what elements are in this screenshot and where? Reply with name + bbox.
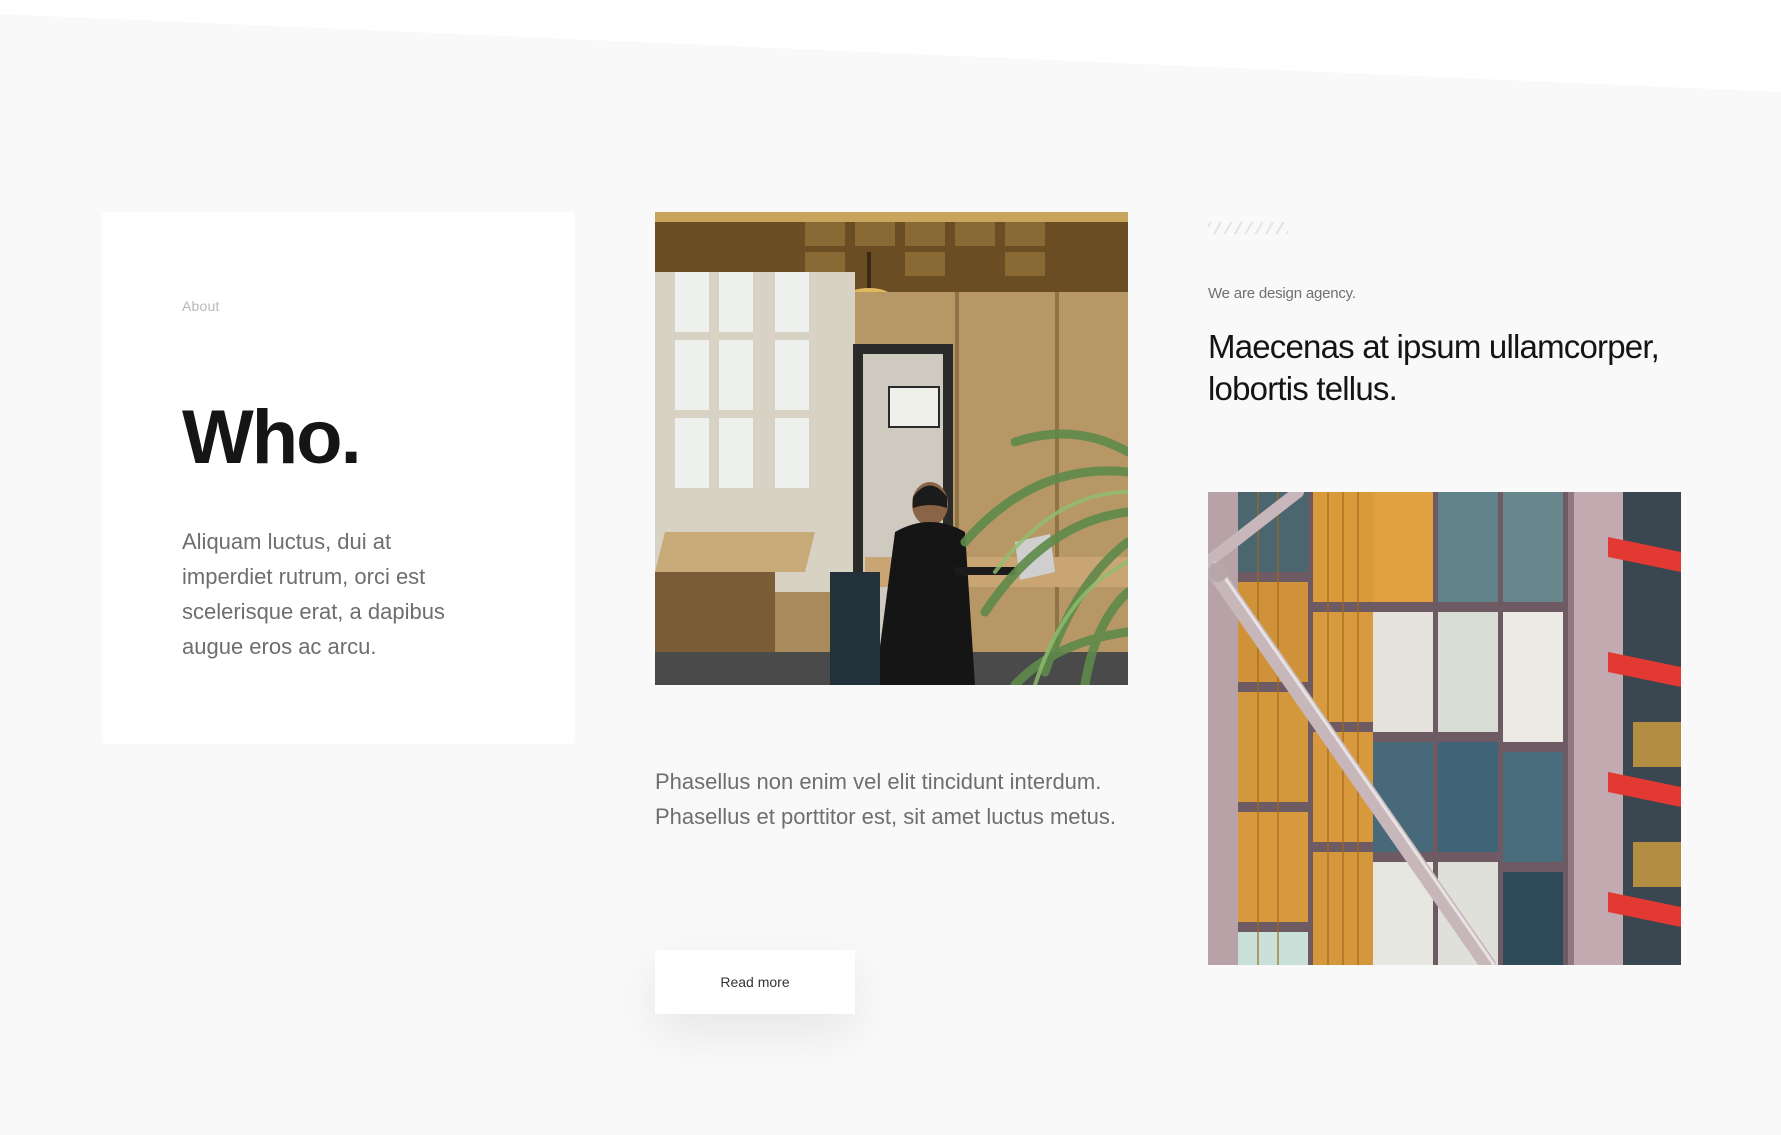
building-photo [1208,492,1681,965]
right-heading: Maecenas at ipsum ullamcorper, lobortis … [1208,328,1660,407]
office-photo [655,212,1128,685]
section-label: About [182,298,220,314]
top-wedge-decoration [0,0,1781,92]
office-photo-illustration [655,212,1128,685]
about-section: About Who. Aliquam luctus, dui at imperd… [0,0,1781,1135]
building-photo-illustration [1208,492,1681,965]
read-more-button[interactable]: Read more [655,950,855,1014]
about-description: Aliquam luctus, dui at imperdiet rutrum,… [182,529,445,659]
middle-description: Phasellus non enim vel elit tincidunt in… [655,769,1116,829]
about-card: About Who. Aliquam luctus, dui at imperd… [102,212,575,744]
agency-tagline: We are design agency. [1208,285,1356,302]
stripe-decoration [1208,222,1288,234]
who-heading: Who. [182,395,362,480]
